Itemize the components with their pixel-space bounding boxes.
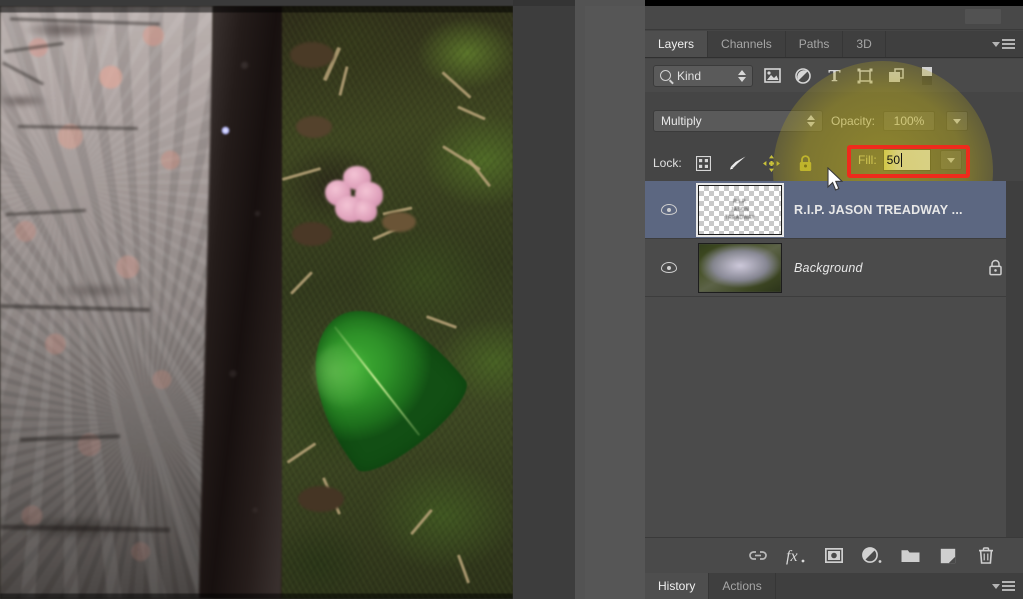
layer-thumbnail-cell[interactable]	[692, 242, 788, 293]
bottom-tab-spacer	[776, 573, 988, 599]
chevron-down-icon	[992, 41, 1000, 47]
granite-headstone	[0, 6, 213, 599]
opacity-dropdown-button[interactable]	[946, 111, 969, 131]
opacity-label: Opacity:	[831, 114, 876, 128]
panel-tab-bar: Layers Channels Paths 3D	[645, 31, 1023, 58]
tab-channels[interactable]: Channels	[708, 31, 786, 57]
filter-smart-object-icon[interactable]	[884, 65, 908, 87]
fill-input[interactable]: 50	[882, 149, 931, 171]
layer-thumbnail-transparent: R.I.P. JASON TREADWAY	[696, 182, 784, 237]
panel-top-strip	[645, 6, 1023, 30]
tab-layers[interactable]: Layers	[645, 31, 709, 57]
pink-flower	[325, 166, 385, 224]
fill-value: 50	[886, 153, 901, 167]
chevron-down-icon	[953, 118, 962, 124]
text-cursor	[901, 153, 903, 167]
leaf-debris	[292, 222, 332, 246]
document-photo	[0, 6, 513, 599]
bottom-panel-menu-icon[interactable]	[988, 573, 1023, 599]
filter-pixel-icon[interactable]	[760, 65, 784, 87]
fill-group: Fill: 50	[858, 149, 962, 171]
layer-name[interactable]: Background	[788, 261, 967, 275]
new-layer-icon[interactable]	[937, 545, 959, 567]
tab-layers-label: Layers	[658, 37, 695, 51]
add-layer-mask-icon[interactable]	[823, 545, 845, 567]
blend-mode-select[interactable]: Multiply	[653, 110, 823, 132]
opacity-input[interactable]: 100%	[883, 111, 936, 131]
lock-image-pixels-icon[interactable]	[726, 152, 750, 174]
lock-all-icon[interactable]	[794, 152, 818, 174]
lock-row: Lock:	[645, 147, 1023, 179]
layer-style-fx-icon[interactable]: fx	[785, 545, 807, 567]
tab-paths-label: Paths	[798, 37, 830, 51]
filter-adjustment-icon[interactable]	[791, 65, 815, 87]
layer-thumbnail-photo	[698, 242, 782, 293]
blend-mode-value: Multiply	[661, 114, 702, 128]
leaf-debris	[298, 486, 344, 512]
fill-dropdown-button[interactable]	[939, 150, 962, 170]
lock-label: Lock:	[653, 156, 682, 170]
delete-layer-icon[interactable]	[975, 545, 997, 567]
filter-shape-icon[interactable]	[853, 65, 877, 87]
new-group-icon[interactable]	[899, 545, 921, 567]
light-glint	[221, 126, 230, 135]
stepper-icon	[807, 115, 815, 127]
panel-menu-icon[interactable]	[988, 31, 1023, 57]
eye-icon	[660, 262, 677, 273]
background-thumbnail-image	[699, 243, 781, 292]
layer-name[interactable]: R.I.P. JASON TREADWAY ...	[788, 203, 967, 217]
filter-kind-label: Kind	[677, 68, 702, 83]
filter-toggle-icon[interactable]	[915, 65, 939, 87]
lock-transparency-icon[interactable]	[692, 152, 716, 174]
lock-position-icon[interactable]	[760, 152, 784, 174]
tab-actions-label: Actions	[722, 579, 762, 593]
layers-bottom-toolbar: fx	[645, 537, 1023, 573]
new-adjustment-layer-icon[interactable]	[861, 545, 883, 567]
tab-3d-label: 3D	[856, 37, 872, 51]
filter-kind-select[interactable]: Kind	[653, 64, 753, 87]
tab-3d[interactable]: 3D	[843, 31, 886, 57]
table-row[interactable]: R.I.P. JASON TREADWAY R.I.P. JASON TREADWA…	[645, 181, 1023, 239]
tab-history-label: History	[658, 579, 696, 593]
svg-text:fx: fx	[786, 548, 798, 565]
fill-label: Fill:	[858, 153, 877, 167]
layer-visibility-toggle[interactable]	[645, 262, 692, 273]
opacity-value: 100%	[893, 114, 925, 128]
tab-history[interactable]: History	[645, 573, 710, 599]
stepper-icon	[738, 69, 746, 82]
eye-icon	[660, 204, 677, 215]
link-layers-icon[interactable]	[747, 545, 769, 567]
layer-list: R.I.P. JASON TREADWAY R.I.P. JASON TREADWA…	[645, 181, 1023, 537]
thumbnail-text-preview: R.I.P. JASON TREADWAY	[724, 198, 756, 221]
collapsed-panel-tab[interactable]	[965, 9, 1001, 24]
hamburger-icon	[1002, 39, 1015, 49]
hamburger-icon	[1002, 581, 1015, 591]
panel-divider-inner	[585, 6, 645, 599]
bottom-panel-tab-bar: History Actions	[645, 573, 1023, 599]
tab-paths[interactable]: Paths	[786, 31, 844, 57]
canvas-gutter-inner	[513, 6, 575, 599]
table-row[interactable]: Background	[645, 239, 1023, 297]
tab-actions[interactable]: Actions	[709, 573, 776, 599]
leaf-debris	[296, 116, 332, 138]
tab-bar-spacer	[886, 31, 988, 57]
search-icon	[660, 70, 671, 81]
layer-filter-row: Kind	[645, 59, 1023, 92]
tab-channels-label: Channels	[721, 37, 772, 51]
leaf-debris	[290, 42, 334, 68]
chevron-down-icon	[946, 157, 955, 163]
layer-visibility-toggle[interactable]	[645, 204, 692, 215]
leaf-debris	[382, 212, 416, 232]
filter-type-icon[interactable]	[822, 65, 846, 87]
dark-stone-edge	[198, 6, 296, 599]
blend-mode-row: Multiply Opacity: 100%	[645, 105, 1023, 137]
layer-thumbnail-cell[interactable]: R.I.P. JASON TREADWAY	[692, 182, 788, 237]
layer-list-scrollbar[interactable]	[1006, 181, 1023, 537]
layers-panel: Layers Channels Paths 3D Kind Multiply O…	[645, 6, 1023, 599]
chevron-down-icon	[992, 583, 1000, 589]
